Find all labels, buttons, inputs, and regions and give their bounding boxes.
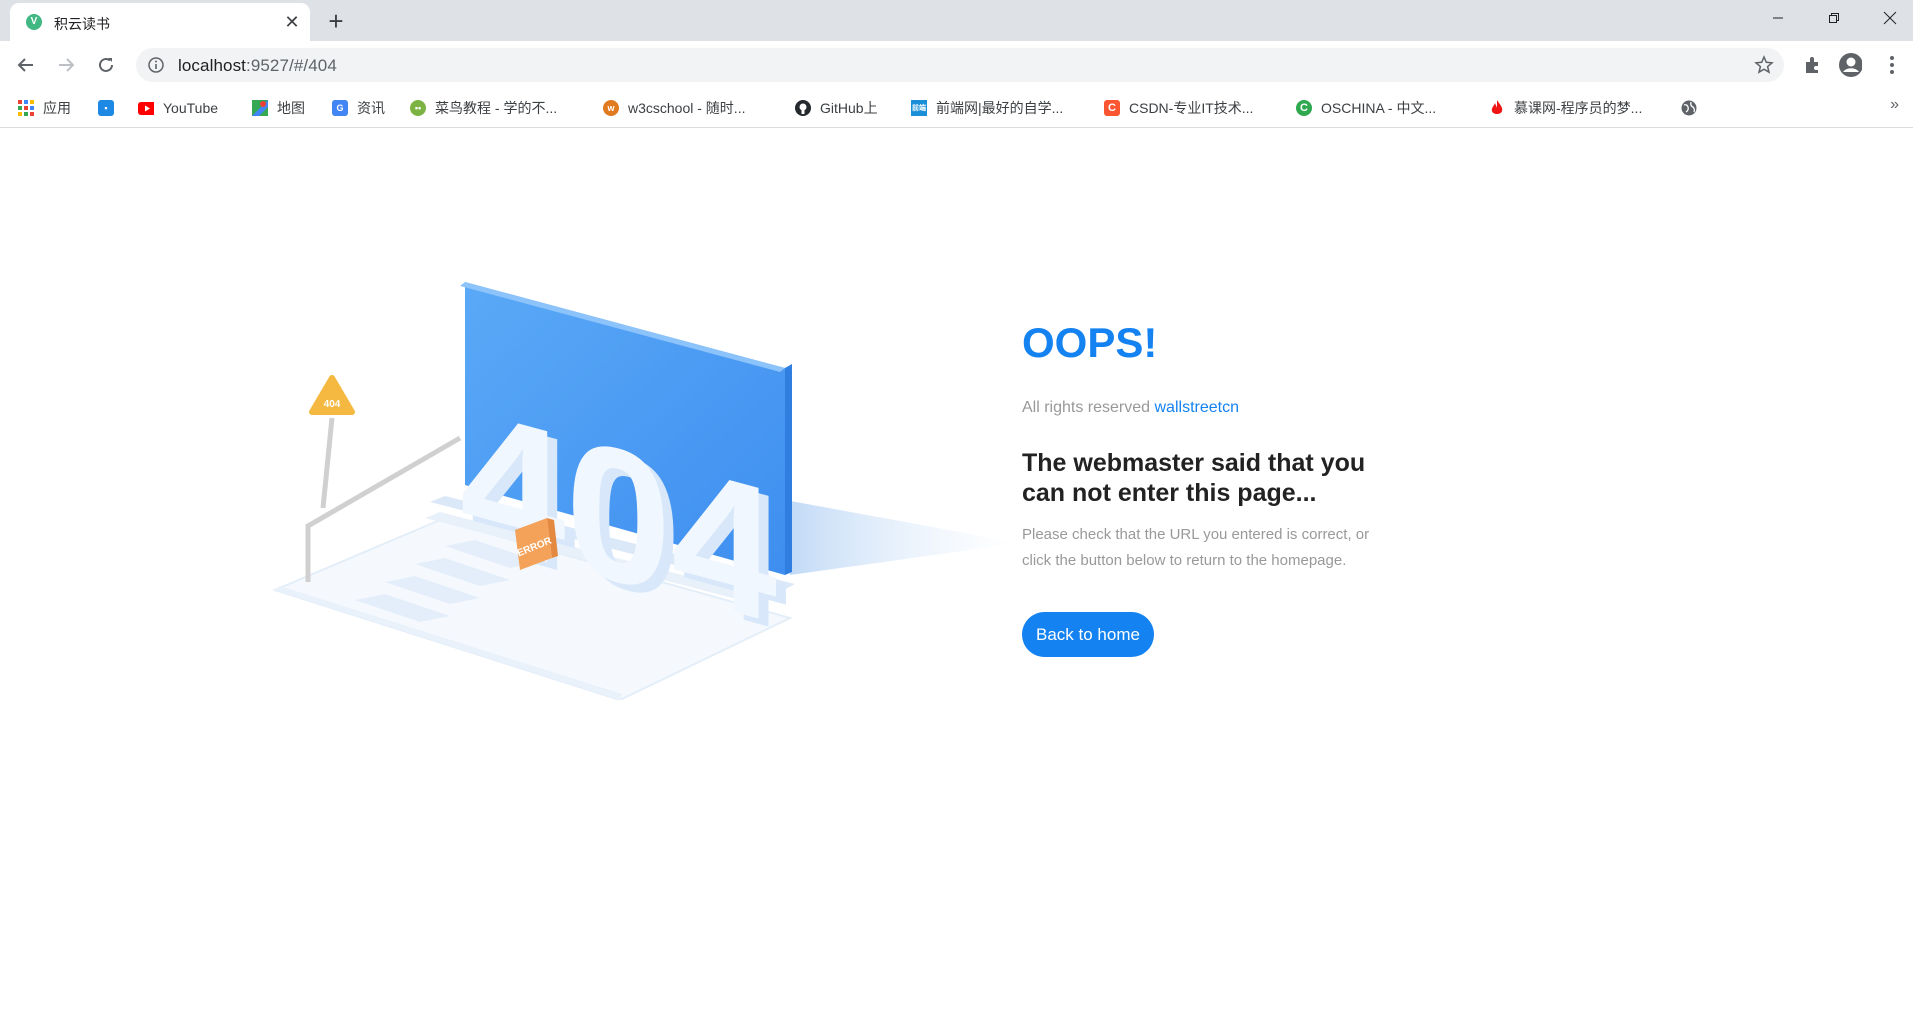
reload-button[interactable] [90, 49, 122, 81]
youtube-icon [138, 100, 154, 116]
runoob-icon: •• [410, 100, 426, 116]
rights-text: All rights reserved wallstreetcn [1022, 396, 1422, 420]
imooc-icon [1489, 100, 1505, 116]
bookmarks-overflow-icon[interactable]: » [1890, 96, 1899, 114]
bookmark-oschina[interactable]: C OSCHINA - 中文... [1296, 98, 1436, 118]
bookmark-maps[interactable]: 地图 [252, 98, 305, 118]
w3cschool-icon: w [603, 100, 619, 116]
back-arrow-icon [17, 58, 33, 72]
game-icon: ▪ [98, 100, 114, 116]
svg-text:404: 404 [324, 399, 341, 410]
bookmark-label: 资讯 [357, 100, 385, 116]
close-window-button[interactable] [1862, 0, 1913, 36]
wallstreetcn-link[interactable]: wallstreetcn [1155, 399, 1239, 416]
minimize-button[interactable] [1750, 0, 1806, 36]
info-icon[interactable] [148, 57, 164, 73]
bookmark-label: YouTube [163, 100, 219, 116]
bookmark-label: 地图 [277, 100, 305, 116]
light-beam [785, 500, 1020, 575]
restore-button[interactable] [1806, 0, 1862, 36]
error-headline: The webmaster said that you can not ente… [1022, 449, 1366, 507]
bookmark-label: 应用 [43, 100, 71, 116]
back-button[interactable] [10, 49, 42, 81]
extensions-icon[interactable] [1800, 53, 1824, 77]
maps-icon [252, 100, 268, 116]
bookmark-w3cschool[interactable]: w w3cschool - 随时... [603, 98, 745, 118]
bookmark-youtube[interactable]: YouTube [138, 98, 218, 118]
bookmark-globe[interactable] [1681, 98, 1706, 118]
bookmark-runoob[interactable]: •• 菜鸟教程 - 学的不... [410, 98, 557, 118]
bookmark-label: CSDN-专业IT技术... [1129, 100, 1254, 116]
github-icon [795, 100, 811, 116]
tab-title: 积云读书 [54, 16, 110, 32]
bookmark-apps[interactable]: 应用 [18, 98, 71, 118]
apps-grid-icon [18, 100, 34, 116]
qianduan-icon: 前端 [911, 100, 927, 116]
browser-toolbar: localhost:9527/#/404 [0, 41, 1913, 88]
close-icon [1883, 11, 1897, 25]
bookmark-news[interactable]: G 资讯 [332, 98, 385, 118]
bookmark-label: 慕课网-程序员的梦... [1514, 100, 1643, 116]
bookmark-label: w3cschool - 随时... [628, 100, 746, 116]
reload-icon [99, 57, 113, 72]
news-icon: G [332, 100, 348, 116]
profile-avatar-icon[interactable] [1838, 53, 1862, 77]
warning-sign-404: 404 [309, 375, 355, 509]
vue-logo-icon: V [26, 14, 42, 30]
restore-icon [1829, 13, 1839, 23]
bookmark-github[interactable]: GitHub上 [795, 98, 878, 118]
oschina-icon: C [1296, 100, 1312, 116]
oops-heading: OOPS! [1022, 319, 1158, 366]
tab-strip: V 积云读书 ✕ + [0, 0, 1913, 41]
bookmark-label: GitHub上 [820, 100, 878, 116]
rights-prefix: All rights reserved [1022, 399, 1151, 416]
forward-arrow-icon [59, 58, 75, 72]
new-tab-button[interactable]: + [322, 8, 350, 36]
close-tab-icon[interactable]: ✕ [282, 12, 302, 32]
bookmark-label: 前端网|最好的自学... [936, 100, 1064, 116]
error-info: Please check that the URL you entered is… [1022, 526, 1370, 569]
bookmark-label: 菜鸟教程 - 学的不... [435, 100, 558, 116]
bookmarks-bar: 应用 ▪ YouTube 地图 G 资讯 •• 菜鸟教程 - 学的不... w … [0, 88, 1913, 128]
404-illustration: 404 404 404 ERROR [272, 282, 1020, 700]
browser-tab[interactable]: V 积云读书 ✕ [10, 3, 310, 41]
minimize-icon [1773, 17, 1783, 19]
bookmark-imooc[interactable]: 慕课网-程序员的梦... [1489, 98, 1642, 118]
bookmark-csdn[interactable]: C CSDN-专业IT技术... [1104, 98, 1253, 118]
forward-button[interactable] [50, 49, 82, 81]
back-to-home-button[interactable]: Back to home [1022, 612, 1154, 657]
menu-kebab-icon[interactable] [1880, 53, 1904, 77]
url-text: localhost:9527/#/404 [178, 56, 337, 75]
bookmark-label: OSCHINA - 中文... [1321, 100, 1437, 116]
csdn-icon: C [1104, 100, 1120, 116]
bookmark-qianduan[interactable]: 前端 前端网|最好的自学... [911, 98, 1063, 118]
error-content: OOPS! All rights reserved wallstreetcn T… [1022, 318, 1422, 657]
bookmark-game[interactable]: ▪ [98, 98, 123, 118]
address-bar[interactable]: localhost:9527/#/404 [136, 48, 1784, 82]
star-bookmark-icon[interactable] [1754, 55, 1774, 75]
globe-icon [1681, 100, 1697, 116]
